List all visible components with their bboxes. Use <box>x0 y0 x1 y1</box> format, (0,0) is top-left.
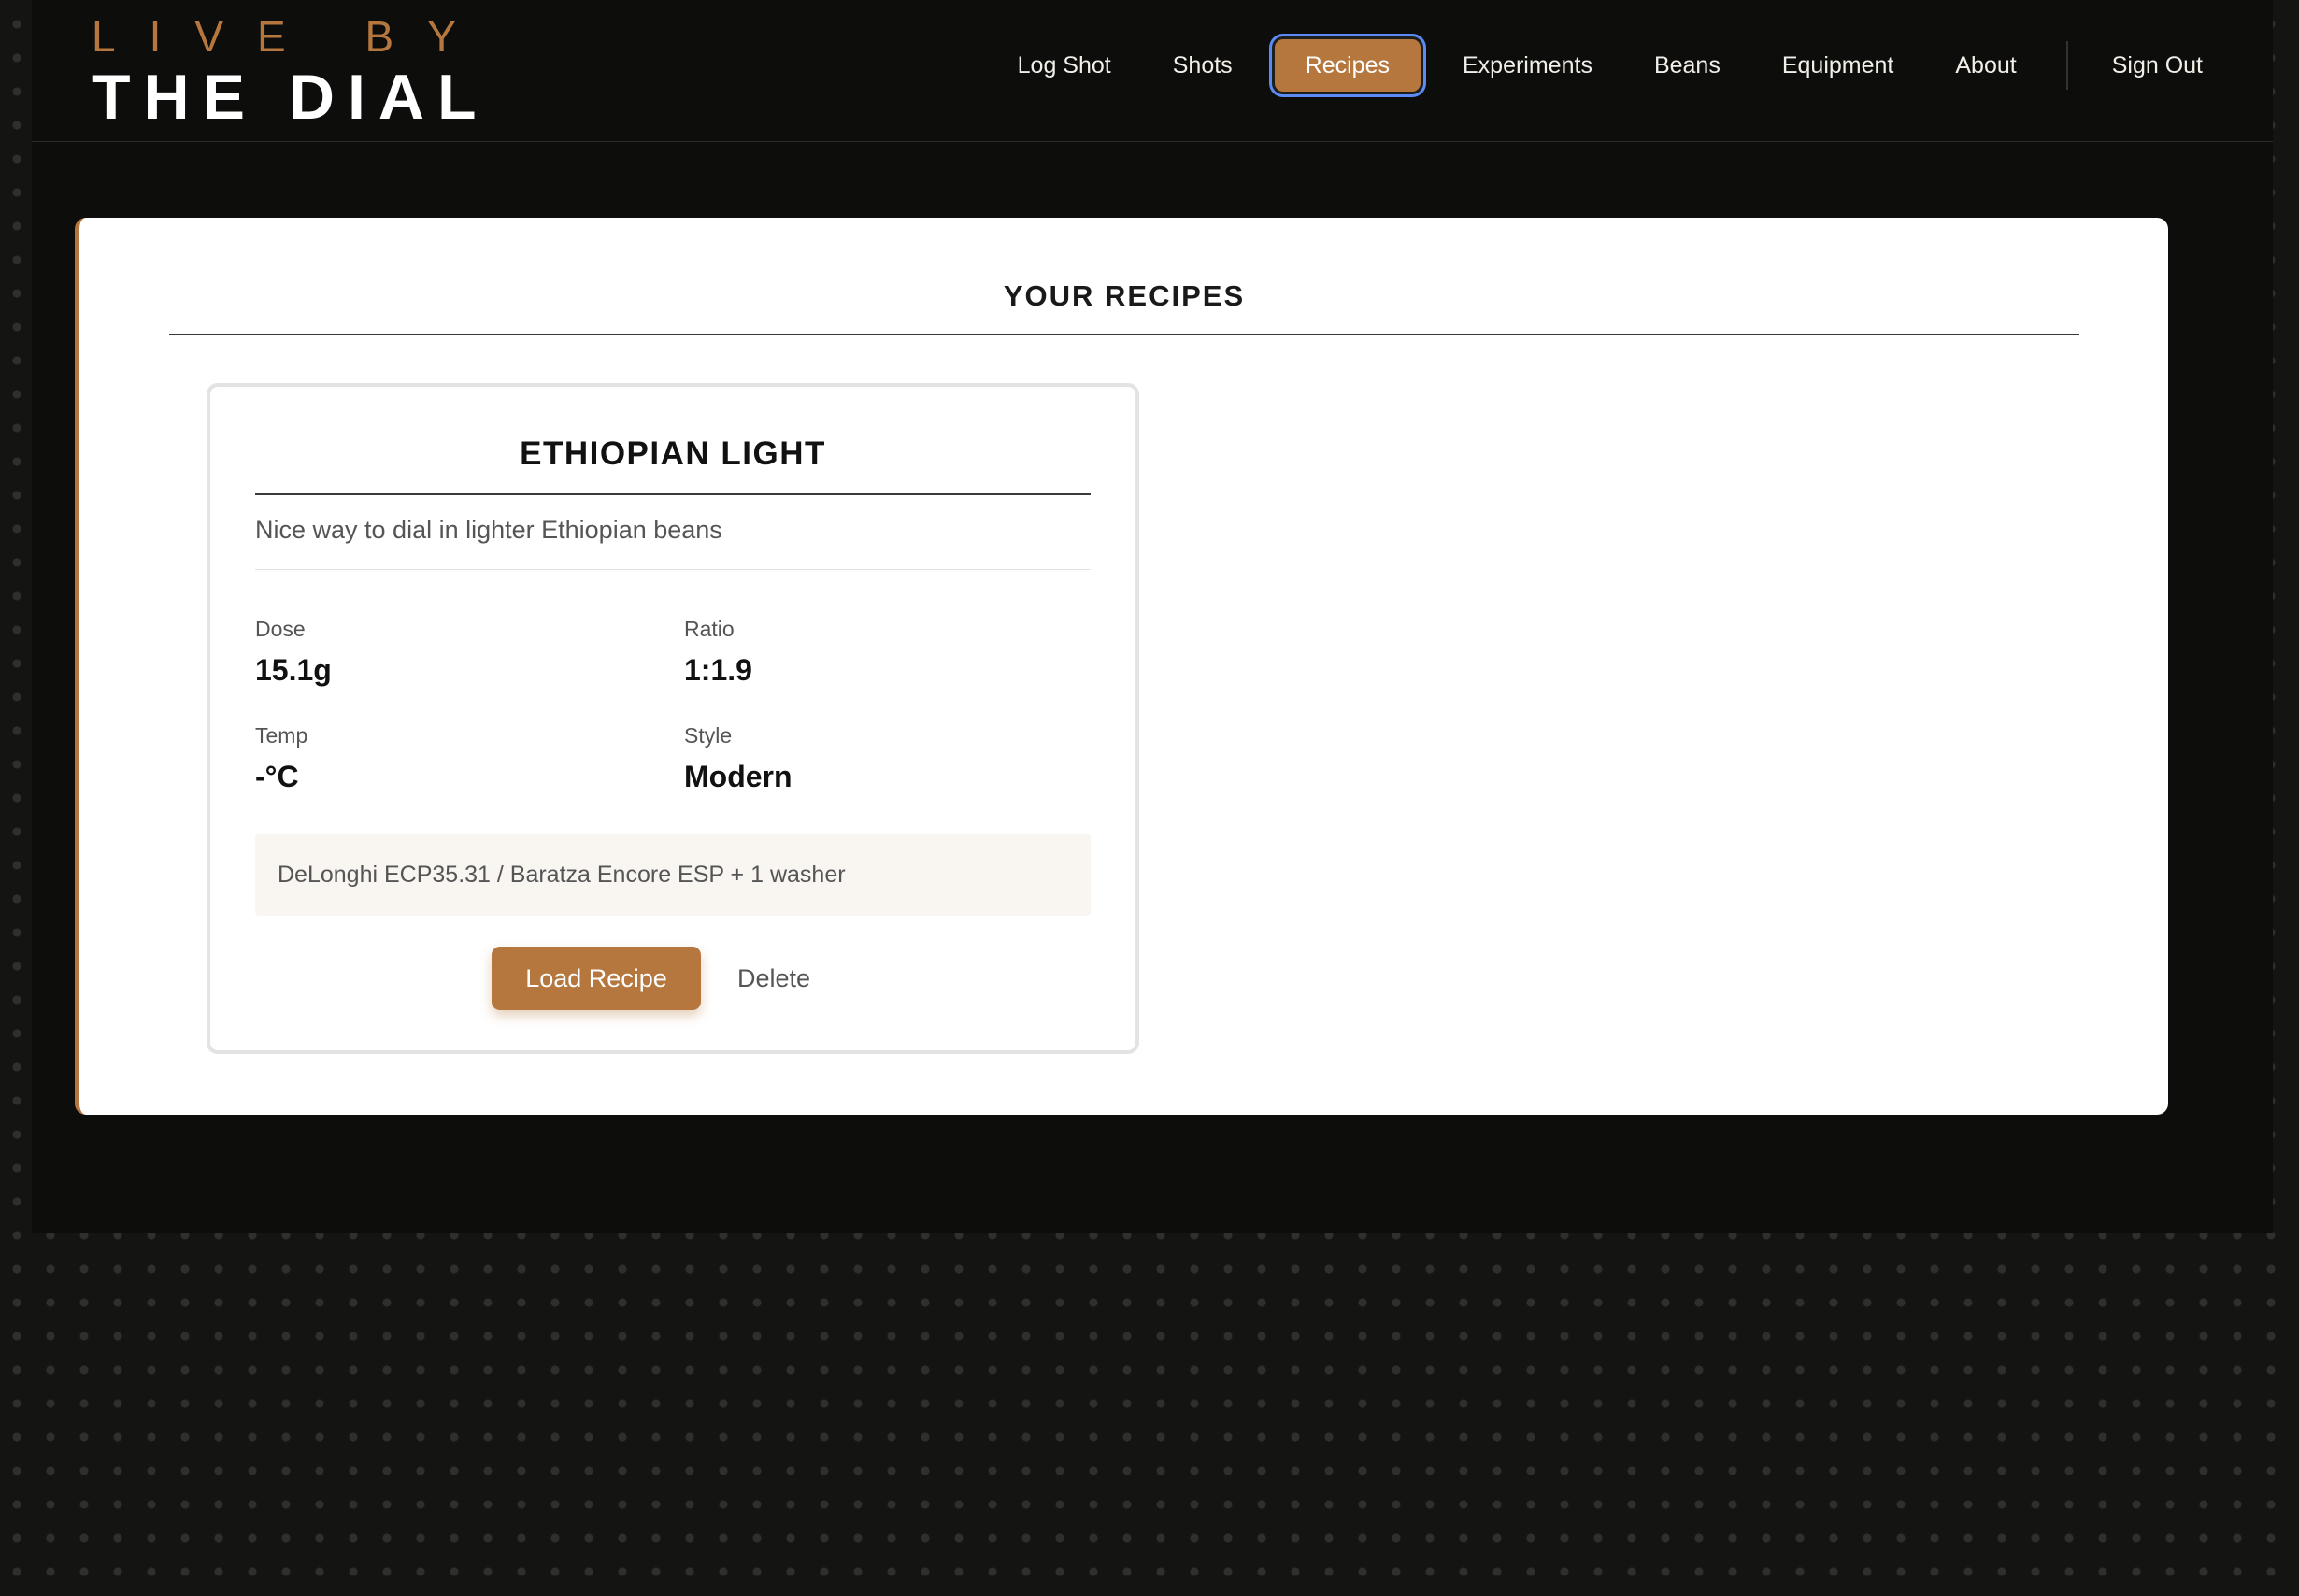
nav-item-log-shot[interactable]: Log Shot <box>987 39 1142 92</box>
recipe-stat-style: Style Modern <box>684 723 793 794</box>
sign-out-button[interactable]: Sign Out <box>2081 39 2234 92</box>
recipe-stat-temp: Temp -°C <box>255 723 307 794</box>
brand-tagline: LIVE BY <box>92 12 490 61</box>
page-title: YOUR RECIPES <box>169 279 2079 335</box>
ratio-value: 1:1.9 <box>684 653 752 687</box>
recipe-card: ETHIOPIAN LIGHT Nice way to dial in ligh… <box>207 383 1139 1054</box>
recipes-panel: YOUR RECIPES ETHIOPIAN LIGHT Nice way to… <box>75 218 2168 1115</box>
style-value: Modern <box>684 760 793 793</box>
recipe-stat-ratio: Ratio 1:1.9 <box>684 617 752 688</box>
top-navigation-bar: LIVE BY THE DIAL Log Shot Shots Recipes … <box>32 0 2273 142</box>
brand-logo[interactable]: LIVE BY THE DIAL <box>92 9 490 131</box>
recipe-description: Nice way to dial in lighter Ethiopian be… <box>255 516 1091 570</box>
style-label: Style <box>684 723 733 748</box>
main-nav: Log Shot Shots Recipes Experiments Beans… <box>987 37 2234 93</box>
load-recipe-button[interactable]: Load Recipe <box>492 947 701 1010</box>
recipe-name: ETHIOPIAN LIGHT <box>255 435 1091 495</box>
nav-item-experiments[interactable]: Experiments <box>1432 39 1623 92</box>
nav-item-recipes[interactable]: Recipes <box>1274 39 1421 92</box>
delete-recipe-button[interactable]: Delete <box>722 947 825 1010</box>
temp-label: Temp <box>255 723 308 748</box>
dose-label: Dose <box>255 617 306 641</box>
nav-item-beans[interactable]: Beans <box>1623 39 1751 92</box>
recipe-stat-dose: Dose 15.1g <box>255 617 332 688</box>
nav-item-equipment[interactable]: Equipment <box>1751 39 1925 92</box>
dose-value: 15.1g <box>255 653 332 687</box>
temp-value: -°C <box>255 760 299 793</box>
ratio-label: Ratio <box>684 617 735 641</box>
nav-item-about[interactable]: About <box>1924 39 2047 92</box>
nav-divider <box>2065 41 2068 90</box>
recipe-equipment: DeLonghi ECP35.31 / Baratza Encore ESP +… <box>255 834 1091 916</box>
nav-item-shots[interactable]: Shots <box>1142 39 1264 92</box>
brand-title: THE DIAL <box>92 62 490 133</box>
